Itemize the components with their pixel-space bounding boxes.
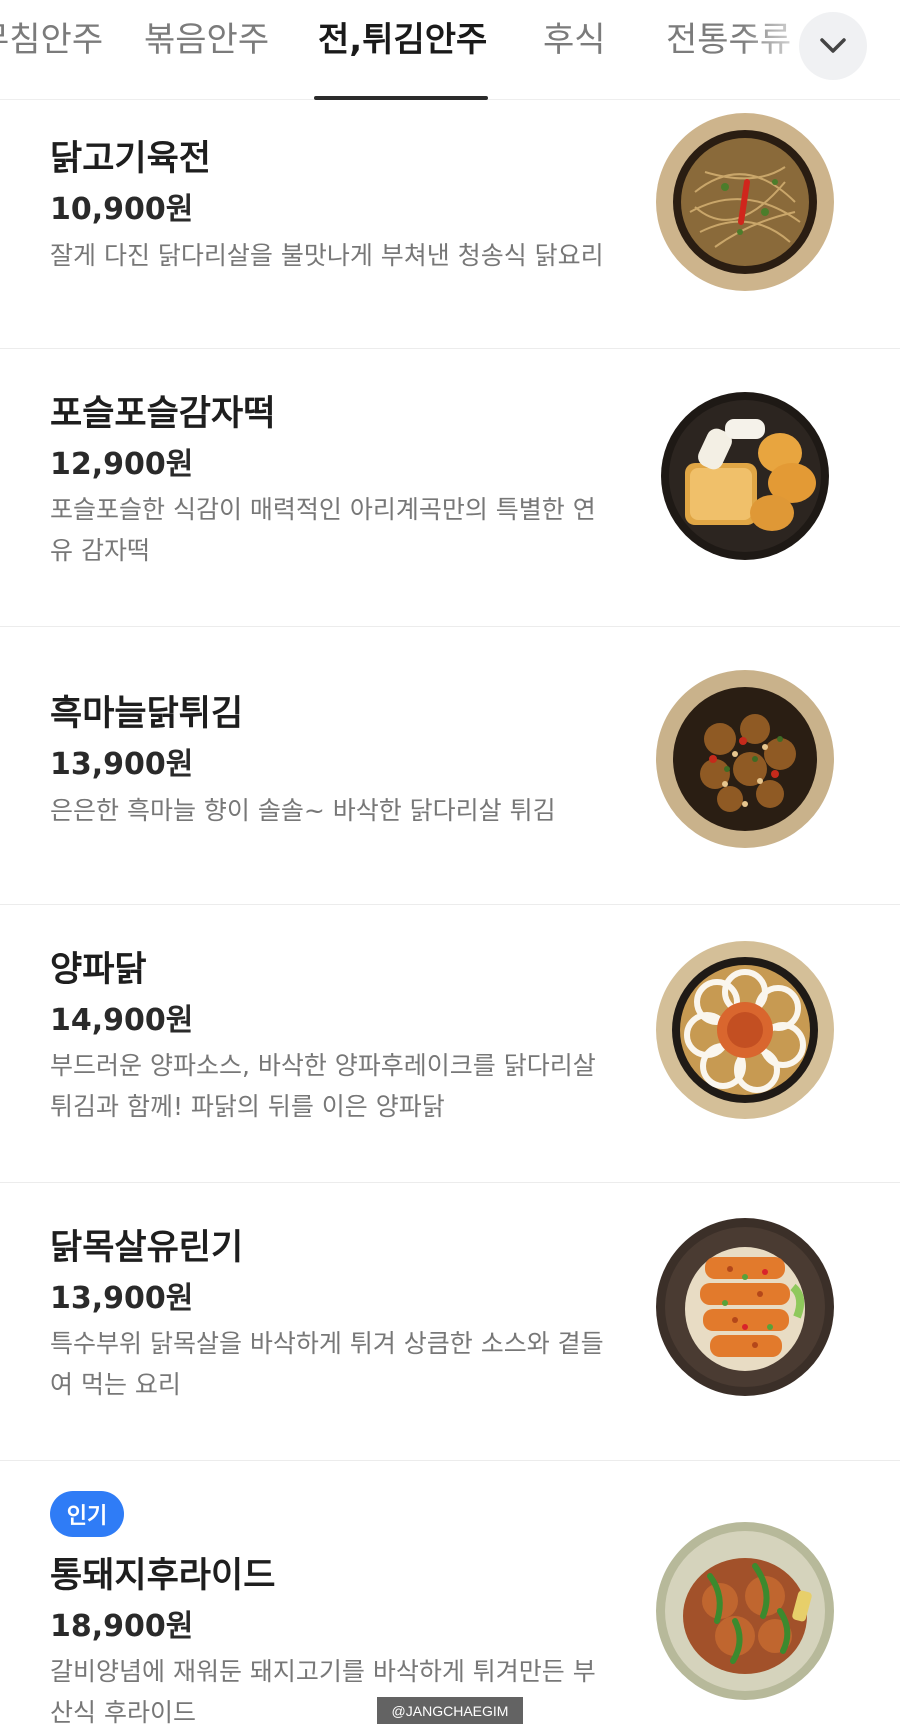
tab-husik[interactable]: 후식 — [543, 18, 606, 62]
menu-item[interactable]: 포슬포슬감자떡 12,900원 포슬포슬한 식감이 매력적인 아리계곡만의 특별… — [0, 349, 900, 627]
menu-item-price: 10,900원 — [50, 192, 194, 227]
menu-item-photo — [656, 1522, 834, 1700]
menu-item-name: 통돼지후라이드 — [50, 1556, 276, 1596]
menu-item-description: 갈비양념에 재워둔 돼지고기를 바삭하게 튀겨만든 부산식 후라이드 — [50, 1657, 596, 1724]
menu-list: 닭고기육전 10,900원 잘게 다진 닭다리살을 불맛나게 부쳐낸 청송식 닭… — [0, 100, 900, 1724]
chevron-down-icon — [820, 38, 846, 53]
menu-item-description: 부드러운 양파소스, 바삭한 양파후레이크를 닭다리살 튀김과 함께! 파닭의 … — [50, 1051, 596, 1121]
menu-item[interactable]: 닭고기육전 10,900원 잘게 다진 닭다리살을 불맛나게 부쳐낸 청송식 닭… — [0, 100, 900, 349]
menu-item-photo — [656, 113, 834, 291]
menu-item[interactable]: 인기 통돼지후라이드 18,900원 갈비양념에 재워둔 돼지고기를 바삭하게 … — [0, 1461, 900, 1724]
menu-item-name: 흑마늘닭튀김 — [50, 694, 244, 734]
menu-item-photo — [656, 670, 834, 848]
menu-item-name: 포슬포슬감자떡 — [50, 394, 276, 434]
menu-item-description: 포슬포슬한 식감이 매력적인 아리계곡만의 특별한 연유 감자떡 — [50, 495, 596, 565]
menu-item-photo — [656, 941, 834, 1119]
menu-item-price: 13,900원 — [50, 1281, 194, 1316]
menu-item-name: 닭고기육전 — [50, 139, 212, 179]
menu-item-name: 양파닭 — [50, 950, 147, 990]
category-tab-bar: 무침안주 볶음안주 전,튀김안주 후식 전통주류 — [0, 0, 900, 100]
tab-muchim[interactable]: 무침안주 — [0, 18, 103, 62]
menu-item-photo — [661, 392, 829, 560]
watermark: @JANGCHAEGIM — [377, 1697, 523, 1724]
menu-item[interactable]: 양파닭 14,900원 부드러운 양파소스, 바삭한 양파후레이크를 닭다리살 … — [0, 905, 900, 1183]
menu-item-photo — [656, 1218, 834, 1396]
popular-badge: 인기 — [50, 1491, 124, 1537]
menu-item-name: 닭목살유린기 — [50, 1228, 244, 1268]
menu-item-price: 14,900원 — [50, 1003, 194, 1038]
menu-item[interactable]: 흑마늘닭튀김 13,900원 은은한 흑마늘 향이 솔솔~ 바삭한 닭다리살 튀… — [0, 627, 900, 905]
menu-item-description: 특수부위 닭목살을 바삭하게 튀겨 상큼한 소스와 곁들여 먹는 요리 — [50, 1329, 604, 1399]
menu-item[interactable]: 닭목살유린기 13,900원 특수부위 닭목살을 바삭하게 튀겨 상큼한 소스와… — [0, 1183, 900, 1461]
tab-bokkeum[interactable]: 볶음안주 — [144, 18, 269, 62]
menu-item-description: 잘게 다진 닭다리살을 불맛나게 부쳐낸 청송식 닭요리 — [50, 241, 604, 270]
menu-item-price: 18,900원 — [50, 1609, 194, 1644]
menu-item-description: 은은한 흑마늘 향이 솔솔~ 바삭한 닭다리살 튀김 — [50, 796, 556, 825]
menu-item-price: 12,900원 — [50, 447, 194, 482]
tab-jeon-twigim[interactable]: 전,튀김안주 — [318, 18, 487, 62]
menu-item-price: 13,900원 — [50, 747, 194, 782]
expand-categories-button[interactable] — [799, 12, 867, 80]
